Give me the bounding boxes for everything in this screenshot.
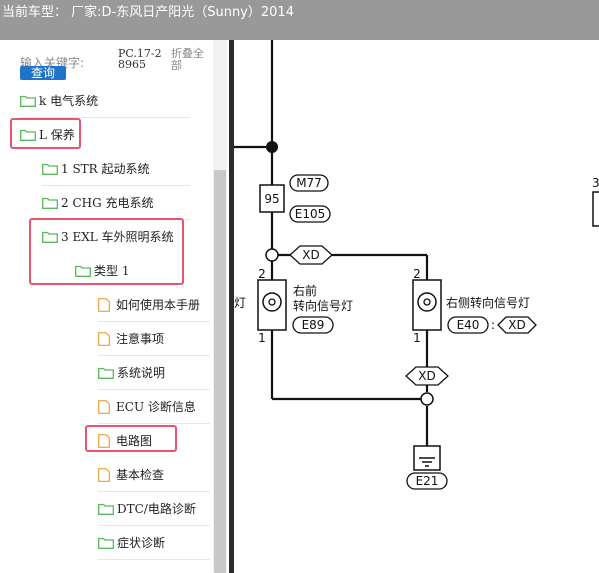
document-icon [98, 399, 110, 414]
side-lamp-label: 右侧转向信号灯 [446, 295, 530, 310]
tree-node[interactable]: 注意事项 [98, 322, 210, 356]
tree-node[interactable]: 症状诊断 [98, 526, 210, 560]
xd-tag-top: XD [302, 248, 319, 262]
folder-icon [20, 95, 36, 107]
search-button[interactable]: 查询 [20, 66, 66, 80]
connector-e89-label: E89 [302, 318, 325, 332]
xd-tag-e40: XD [508, 318, 525, 332]
front-lamp-label-2: 转向信号灯 [293, 298, 353, 313]
document-icon [98, 467, 110, 482]
cut-off-label-left: 灯 [234, 296, 246, 310]
connector-m77-label: M77 [296, 176, 322, 190]
pin-95-label: 95 [264, 192, 279, 206]
tree-node[interactable]: 2 CHG 充电系统 [42, 186, 190, 220]
tree-node-label: 如何使用本手册 [116, 298, 201, 312]
tree-node-label: DTC/电路诊断 [117, 502, 196, 516]
wiring-diagram: 95 M77 E105 XD 2 1 右前 转向信号灯 E89 2 1 右侧转向… [234, 40, 599, 573]
connector-e40-label: E40 [457, 318, 480, 332]
document-icon [98, 331, 110, 346]
xd-tag-mid: XD [418, 369, 435, 383]
highlight-exterior-lighting [29, 218, 184, 285]
connector-e21-label: E21 [416, 474, 439, 488]
tree-node-label: 1 STR 起动系统 [61, 162, 150, 176]
sidebar: 输入关键字: 查询 PC.17-28965 折叠全部 k 电气系统 L 保养 1 S… [0, 40, 230, 573]
scrollbar-thumb[interactable] [214, 170, 226, 573]
tree-node[interactable]: k 电气系统 [20, 84, 190, 118]
tree-node-label: 注意事项 [116, 332, 165, 346]
highlight-maintenance [10, 118, 81, 149]
tree-node[interactable]: ECU 诊断信息 [98, 390, 210, 424]
pin-2-right-label: 2 [413, 267, 421, 281]
page-title: 当前车型： 厂家:D-东风日产阳光（Sunny）2014 [2, 5, 294, 20]
tree-node[interactable]: 系统说明 [98, 356, 210, 390]
highlight-circuit-diagram [85, 425, 177, 452]
tree-node-label: ECU 诊断信息 [116, 400, 196, 414]
folder-icon [98, 503, 114, 515]
tree-node[interactable]: 基本检查 [98, 458, 210, 492]
connector-e105-label: E105 [295, 207, 326, 221]
collapse-all-link[interactable]: 折叠全部 [171, 48, 211, 72]
title-bar: 当前车型： 厂家:D-东风日产阳光（Sunny）2014 [0, 0, 599, 40]
folder-icon [98, 367, 114, 379]
folder-icon [98, 537, 114, 549]
tree-node-label: k 电气系统 [39, 94, 99, 108]
folder-icon [42, 197, 58, 209]
tree-node[interactable]: 如何使用本手册 [98, 288, 210, 322]
pin-1-left-label: 1 [258, 331, 266, 345]
tree-node[interactable]: DTC/电路诊断 [98, 492, 210, 526]
pin-1-right-label: 1 [413, 331, 421, 345]
folder-icon [42, 163, 58, 175]
document-icon [98, 297, 110, 312]
tree-node-label: 2 CHG 充电系统 [61, 196, 154, 210]
front-lamp-label-1: 右前 [293, 283, 317, 298]
tree-node-label: 症状诊断 [117, 536, 166, 550]
tree-node[interactable]: 1 STR 起动系统 [42, 152, 190, 186]
pin-2-left-label: 2 [258, 267, 266, 281]
pc-code: PC.17-28965 [118, 47, 162, 71]
tree-node-label: 系统说明 [117, 366, 166, 380]
tree-node-label: 基本检查 [116, 468, 165, 482]
wiring-diagram-svg: 95 M77 E105 XD 2 1 右前 转向信号灯 E89 2 1 右侧转向… [234, 40, 599, 490]
colon-mark: : [491, 318, 495, 332]
cut-off-label-right: 3 [592, 176, 599, 190]
